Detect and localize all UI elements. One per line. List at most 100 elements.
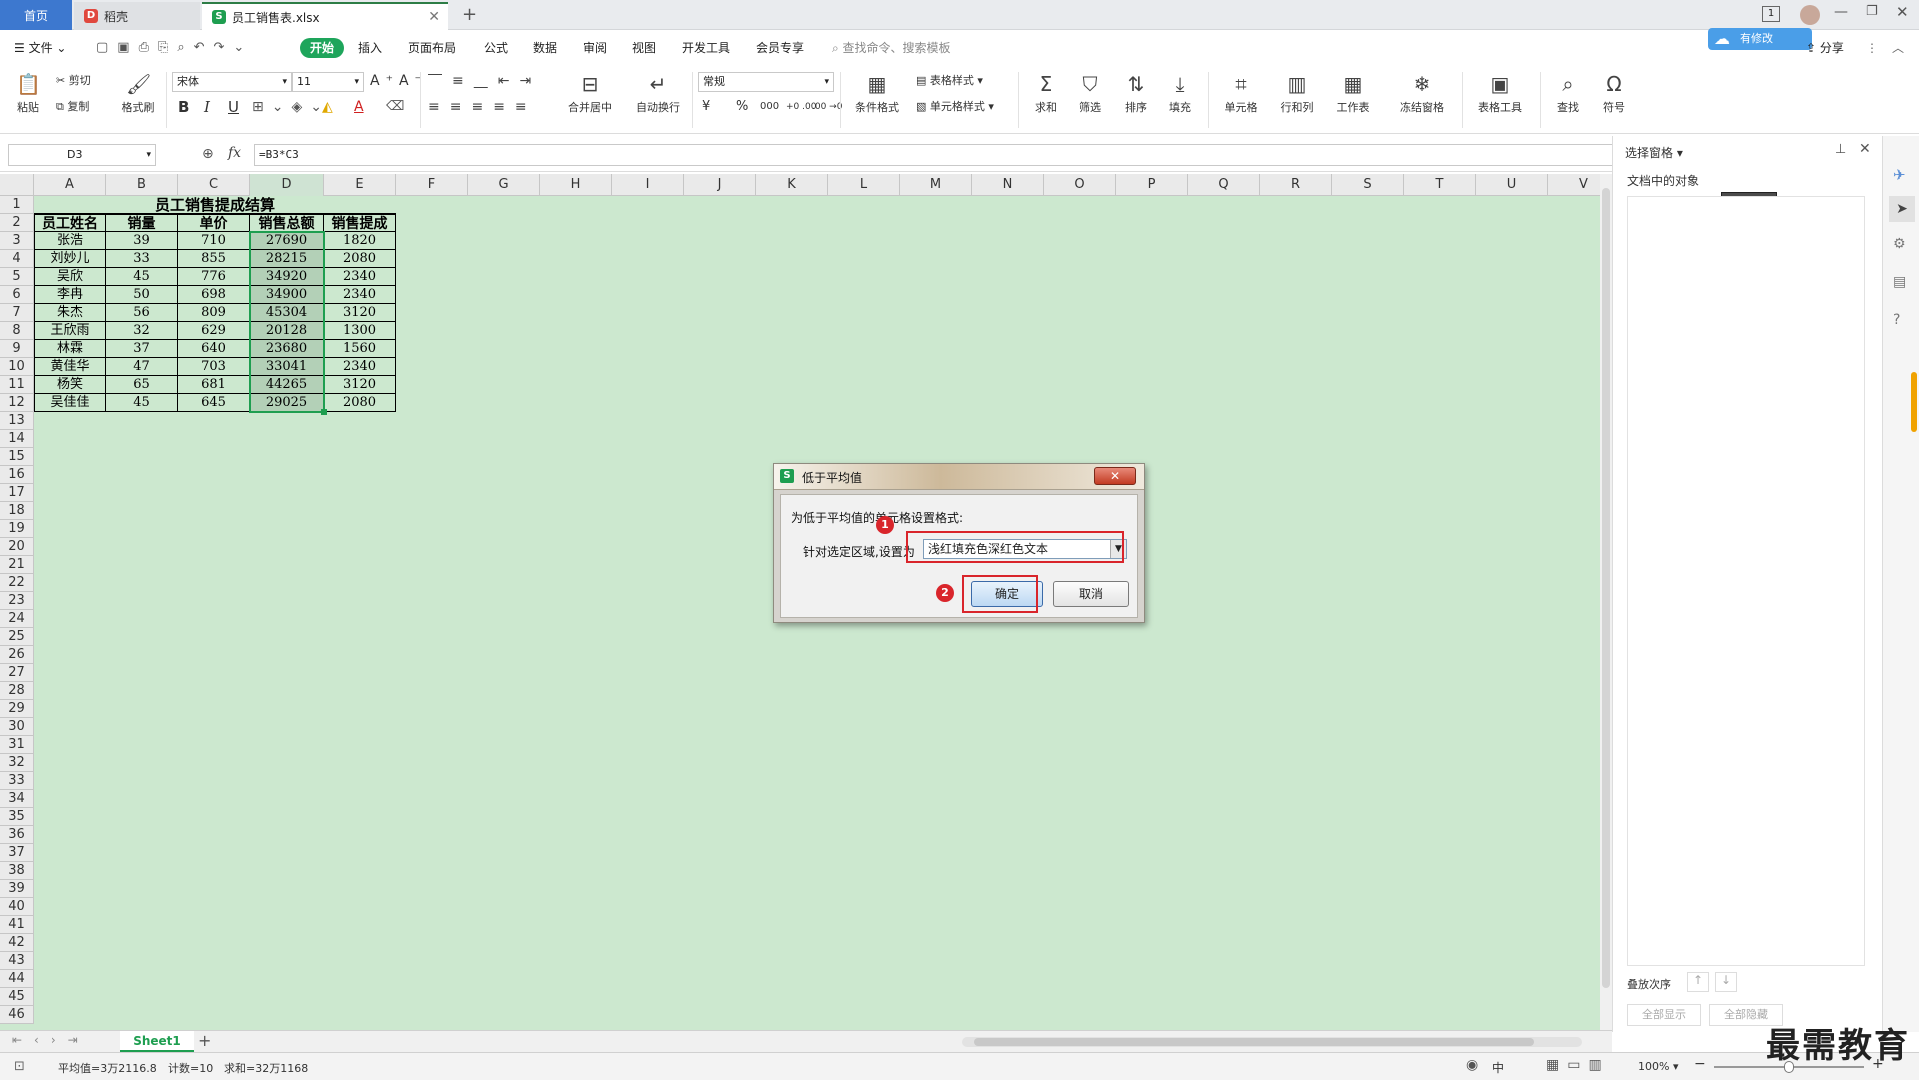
table-cell[interactable]: 34900 <box>250 286 324 304</box>
table-cell[interactable]: 32 <box>106 322 178 340</box>
table-cell[interactable]: 刘妙儿 <box>34 250 106 268</box>
row-header[interactable]: 40 <box>0 898 34 916</box>
menu-home[interactable]: 开始 <box>300 38 345 58</box>
underline-button[interactable]: U <box>228 98 239 116</box>
row-header[interactable]: 31 <box>0 736 34 754</box>
table-cell[interactable]: 703 <box>178 358 250 376</box>
formula-input[interactable]: =B3*C3 <box>254 144 1614 166</box>
column-header-q[interactable]: Q <box>1188 174 1260 196</box>
cursor-icon[interactable]: ➤ <box>1889 196 1915 222</box>
column-header-d[interactable]: D <box>250 174 324 196</box>
table-cell[interactable]: 张浩 <box>34 232 106 250</box>
property-icon[interactable]: ▤ <box>1893 274 1906 290</box>
restore-icon[interactable]: ❐ <box>1866 4 1878 19</box>
ime-indicator[interactable]: 中 <box>1492 1059 1504 1076</box>
conditional-format-button[interactable]: ▦ 条件格式 <box>846 72 908 115</box>
table-cell[interactable]: 29025 <box>250 394 324 412</box>
sliders-icon[interactable]: ⚙ <box>1893 236 1906 252</box>
select-all-corner[interactable] <box>0 174 34 196</box>
paste-button[interactable]: 📋 粘贴 <box>10 72 46 115</box>
row-header[interactable]: 15 <box>0 448 34 466</box>
collapse-ribbon-icon[interactable]: ︿ <box>1892 38 1904 58</box>
table-cell[interactable]: 1300 <box>324 322 396 340</box>
bring-forward-icon[interactable]: ↑ <box>1687 972 1709 992</box>
table-tools-button[interactable]: ▣ 表格工具 <box>1470 72 1530 115</box>
view-mode-icons[interactable]: ▦▭▥ <box>1546 1057 1610 1073</box>
cancel-button[interactable]: 取消 <box>1053 581 1129 607</box>
table-cell[interactable]: 37 <box>106 340 178 358</box>
row-header[interactable]: 42 <box>0 934 34 952</box>
table-cell[interactable]: 645 <box>178 394 250 412</box>
merge-center-button[interactable]: ⊟ 合并居中 <box>560 72 620 115</box>
table-cell[interactable]: 33 <box>106 250 178 268</box>
currency-button[interactable]: ¥ <box>702 98 710 116</box>
table-cell[interactable]: 776 <box>178 268 250 286</box>
show-all-button[interactable]: 全部显示 <box>1627 1004 1701 1026</box>
avatar[interactable] <box>1800 5 1820 25</box>
table-cell[interactable]: 640 <box>178 340 250 358</box>
header-cell[interactable]: 销售总额 <box>250 214 324 232</box>
tab-home[interactable]: 首页 <box>0 0 72 30</box>
row-header[interactable]: 5 <box>0 268 34 286</box>
table-title-cell[interactable]: 员工销售提成结算 <box>34 196 396 214</box>
row-header[interactable]: 18 <box>0 502 34 520</box>
table-cell[interactable]: 681 <box>178 376 250 394</box>
row-header[interactable]: 32 <box>0 754 34 772</box>
column-header-i[interactable]: I <box>612 174 684 196</box>
share-button[interactable]: ⇪ 分享 <box>1806 38 1844 58</box>
row-header[interactable]: 44 <box>0 970 34 988</box>
eye-protection-icon[interactable]: ◉ <box>1466 1057 1478 1073</box>
row-header[interactable]: 38 <box>0 862 34 880</box>
table-cell[interactable]: 65 <box>106 376 178 394</box>
table-cell[interactable]: 27690 <box>250 232 324 250</box>
tab-file[interactable]: S 员工销售表.xlsx ✕ <box>202 2 448 30</box>
row-header[interactable]: 43 <box>0 952 34 970</box>
cell-button[interactable]: ⌗ 单元格 <box>1216 72 1266 115</box>
column-header-f[interactable]: F <box>396 174 468 196</box>
fill-handle[interactable] <box>321 409 327 415</box>
add-sheet-icon[interactable]: + <box>198 1031 211 1050</box>
menu-data[interactable]: 数据 <box>533 38 557 58</box>
window-count-icon[interactable]: 1 <box>1762 6 1780 22</box>
row-header[interactable]: 21 <box>0 556 34 574</box>
menu-member[interactable]: 会员专享 <box>756 38 804 58</box>
column-header-e[interactable]: E <box>324 174 396 196</box>
row-header[interactable]: 29 <box>0 700 34 718</box>
row-header[interactable]: 10 <box>0 358 34 376</box>
zoom-level[interactable]: 100% ▾ <box>1638 1060 1678 1073</box>
table-cell[interactable]: 710 <box>178 232 250 250</box>
sheet-tab-sheet1[interactable]: Sheet1 <box>120 1031 194 1052</box>
column-header-c[interactable]: C <box>178 174 250 196</box>
table-cell[interactable]: 698 <box>178 286 250 304</box>
column-header-s[interactable]: S <box>1332 174 1404 196</box>
table-cell[interactable]: 23680 <box>250 340 324 358</box>
row-header[interactable]: 36 <box>0 826 34 844</box>
table-cell[interactable]: 45 <box>106 268 178 286</box>
column-header-k[interactable]: K <box>756 174 828 196</box>
row-header[interactable]: 4 <box>0 250 34 268</box>
minimize-icon[interactable]: — <box>1834 4 1848 20</box>
name-box[interactable]: D3 ▾ <box>8 144 156 166</box>
column-header-p[interactable]: P <box>1116 174 1188 196</box>
column-header-m[interactable]: M <box>900 174 972 196</box>
cut-button[interactable]: ✂ 剪切 <box>56 72 91 90</box>
find-button[interactable]: ⌕ 查找 <box>1548 72 1588 115</box>
row-header[interactable]: 28 <box>0 682 34 700</box>
font-size-select[interactable]: 11 ▾ <box>292 72 364 92</box>
row-header[interactable]: 6 <box>0 286 34 304</box>
column-header-u[interactable]: U <box>1476 174 1548 196</box>
table-cell[interactable]: 44265 <box>250 376 324 394</box>
row-header[interactable]: 30 <box>0 718 34 736</box>
table-cell[interactable]: 李冉 <box>34 286 106 304</box>
row-col-button[interactable]: ▥ 行和列 <box>1272 72 1322 115</box>
thousands-button[interactable]: 000 <box>760 98 779 116</box>
table-cell[interactable]: 2340 <box>324 358 396 376</box>
table-cell[interactable]: 吴佳佳 <box>34 394 106 412</box>
tab-docer[interactable]: D 稻壳 <box>74 2 200 30</box>
table-cell[interactable]: 杨笑 <box>34 376 106 394</box>
column-header-n[interactable]: N <box>972 174 1044 196</box>
menu-view[interactable]: 视图 <box>632 38 656 58</box>
row-header[interactable]: 19 <box>0 520 34 538</box>
column-header-v[interactable]: V <box>1548 174 1600 196</box>
header-cell[interactable]: 销售提成 <box>324 214 396 232</box>
